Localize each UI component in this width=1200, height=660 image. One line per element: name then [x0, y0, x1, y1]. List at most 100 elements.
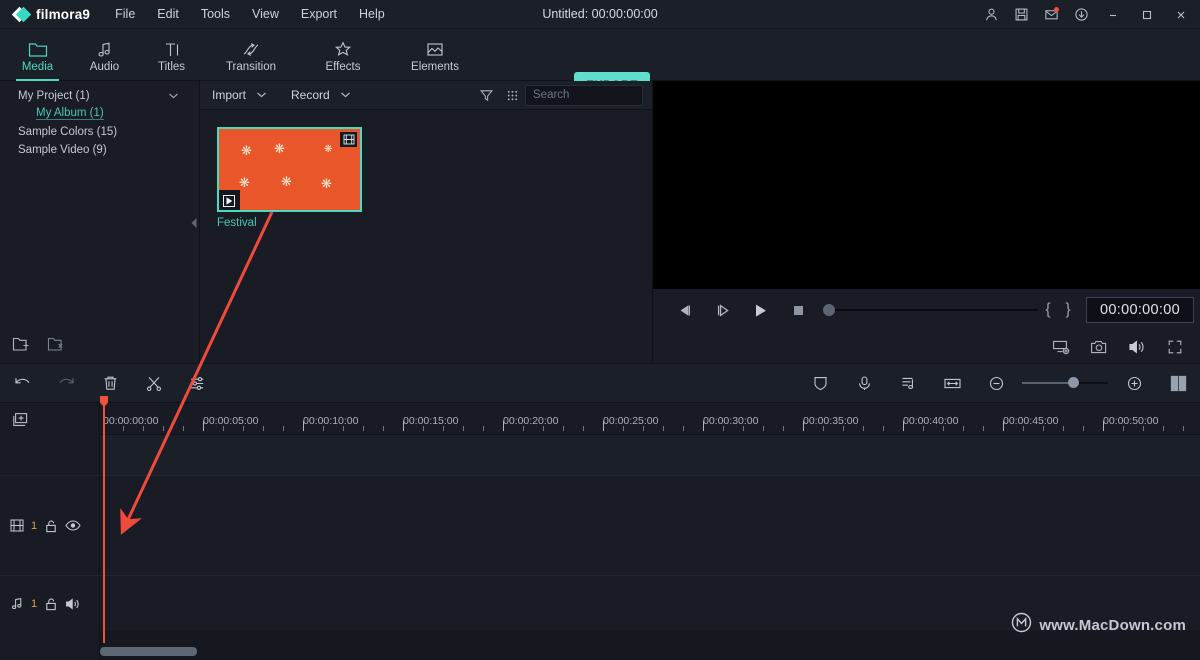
seek-handle[interactable]	[823, 304, 835, 316]
music-note-icon	[10, 597, 24, 610]
mark-in-button[interactable]: {	[1038, 289, 1058, 331]
ruler-label: 00:00:05:00	[203, 415, 259, 427]
ruler-tick-minor	[383, 426, 384, 431]
record-button[interactable]: Record	[279, 81, 363, 110]
fit-timeline-button[interactable]	[930, 363, 974, 403]
ruler-tick-minor	[143, 426, 144, 431]
play-button[interactable]	[741, 289, 779, 331]
mark-out-button[interactable]: }	[1058, 289, 1078, 331]
ruler-label: 00:00:00:00	[103, 415, 159, 427]
account-icon[interactable]	[976, 0, 1006, 29]
play-icon[interactable]	[219, 190, 240, 210]
color-correct-button[interactable]	[798, 363, 842, 403]
tab-media-label: Media	[21, 60, 54, 73]
tab-titles[interactable]: Titles	[138, 29, 205, 81]
maximize-button[interactable]	[1130, 0, 1164, 29]
zoom-slider-handle[interactable]	[1068, 377, 1079, 388]
app-logo: filmora9	[0, 7, 98, 22]
split-view-button[interactable]	[1156, 363, 1200, 403]
menu-export[interactable]: Export	[290, 3, 348, 25]
unlock-icon[interactable]	[44, 519, 58, 533]
sparkle-icon	[333, 38, 353, 58]
display-settings-icon[interactable]	[1046, 332, 1076, 362]
ruler-label: 00:00:45:00	[1003, 415, 1059, 427]
tab-media[interactable]: Media	[4, 29, 71, 81]
scrollbar-thumb[interactable]	[100, 647, 197, 656]
watermark: www.MacDown.com	[1011, 612, 1186, 638]
tab-elements[interactable]: Elements	[389, 29, 481, 81]
stop-button[interactable]	[779, 289, 817, 331]
tab-transition[interactable]: Transition	[205, 29, 297, 81]
timeline-horizontal-scrollbar[interactable]	[100, 647, 1200, 656]
player-secondary-controls	[653, 331, 1200, 363]
redo-button[interactable]	[44, 363, 88, 403]
new-folder-icon[interactable]	[12, 336, 31, 357]
timeline-ruler[interactable]: 00:00:00:00 00:00:05:00 00:00:10:00 00:00:1…	[100, 403, 1200, 435]
library-item-my-album[interactable]: My Album (1)	[0, 105, 199, 122]
delete-folder-icon[interactable]	[47, 336, 66, 357]
voiceover-button[interactable]	[842, 363, 886, 403]
video-preview-screen[interactable]	[653, 81, 1200, 289]
library-item-label: Sample Colors (15)	[18, 125, 118, 138]
zoom-out-button[interactable]	[974, 363, 1018, 403]
tab-effects[interactable]: Effects	[297, 29, 389, 81]
preview-timecode[interactable]: 00:00:00:00	[1086, 297, 1194, 323]
fullscreen-icon[interactable]	[1160, 332, 1190, 362]
menu-edit[interactable]: Edit	[146, 3, 190, 25]
track-header-video-1[interactable]: 1	[0, 475, 100, 575]
player-controls: { } 00:00:00:00	[653, 289, 1200, 331]
save-icon[interactable]	[1006, 0, 1036, 29]
filter-icon[interactable]	[473, 81, 499, 110]
library-item-sample-video[interactable]: Sample Video (9)	[0, 141, 199, 158]
library-item-sample-colors[interactable]: Sample Colors (15)	[0, 123, 199, 140]
ruler-tick-minor	[363, 426, 364, 431]
prev-frame-button[interactable]	[665, 289, 703, 331]
search-box[interactable]	[525, 84, 700, 106]
speaker-icon[interactable]	[65, 597, 81, 611]
ruler-tick-major	[503, 421, 504, 431]
library-item-my-project[interactable]: My Project (1)	[0, 87, 199, 104]
volume-icon[interactable]	[1122, 332, 1152, 362]
zoom-in-button[interactable]	[1112, 363, 1156, 403]
menu-view[interactable]: View	[241, 3, 290, 25]
ruler-label: 00:00:25:00	[603, 415, 659, 427]
ruler-tick-minor	[1083, 426, 1084, 431]
chevron-down-icon	[256, 88, 267, 102]
menu-file[interactable]: File	[104, 3, 146, 25]
media-thumbnail[interactable]: ❋ ❋ ❋ ❋ ❋ ❋	[217, 127, 362, 212]
add-track-icon[interactable]	[0, 403, 100, 435]
media-item-festival[interactable]: ❋ ❋ ❋ ❋ ❋ ❋ Festival	[217, 127, 362, 229]
eye-icon[interactable]	[65, 519, 81, 532]
panel-collapse-arrow-icon[interactable]	[190, 215, 198, 231]
audio-mixer-button[interactable]	[886, 363, 930, 403]
chevron-down-icon[interactable]	[168, 91, 179, 103]
playhead[interactable]	[100, 396, 108, 643]
mail-icon[interactable]	[1036, 0, 1066, 29]
track-number: 1	[31, 519, 38, 532]
delete-button[interactable]	[88, 363, 132, 403]
ruler-tick-minor	[443, 426, 444, 431]
minimize-button[interactable]	[1096, 0, 1130, 29]
ruler-tick-minor	[1183, 426, 1184, 431]
ruler-tick-minor	[743, 426, 744, 431]
menu-tools[interactable]: Tools	[190, 3, 241, 25]
tab-audio[interactable]: Audio	[71, 29, 138, 81]
video-track-1[interactable]	[100, 475, 1200, 575]
download-icon[interactable]	[1066, 0, 1096, 29]
settings-button[interactable]	[176, 363, 220, 403]
import-button[interactable]: Import	[200, 81, 279, 110]
ruler-tick-minor	[483, 426, 484, 431]
timeline-zoom-slider[interactable]	[1022, 363, 1108, 403]
close-button[interactable]	[1164, 0, 1198, 29]
timeline-empty-strip[interactable]	[100, 435, 1200, 475]
grid-view-icon[interactable]	[499, 81, 525, 110]
next-frame-button[interactable]	[703, 289, 741, 331]
split-button[interactable]	[132, 363, 176, 403]
folder-icon	[28, 38, 48, 58]
menu-help[interactable]: Help	[348, 3, 396, 25]
track-header-audio-1[interactable]: 1	[0, 575, 100, 631]
snapshot-icon[interactable]	[1084, 332, 1114, 362]
undo-button[interactable]	[0, 363, 44, 403]
unlock-icon[interactable]	[44, 597, 58, 611]
seek-bar[interactable]	[823, 289, 1038, 331]
